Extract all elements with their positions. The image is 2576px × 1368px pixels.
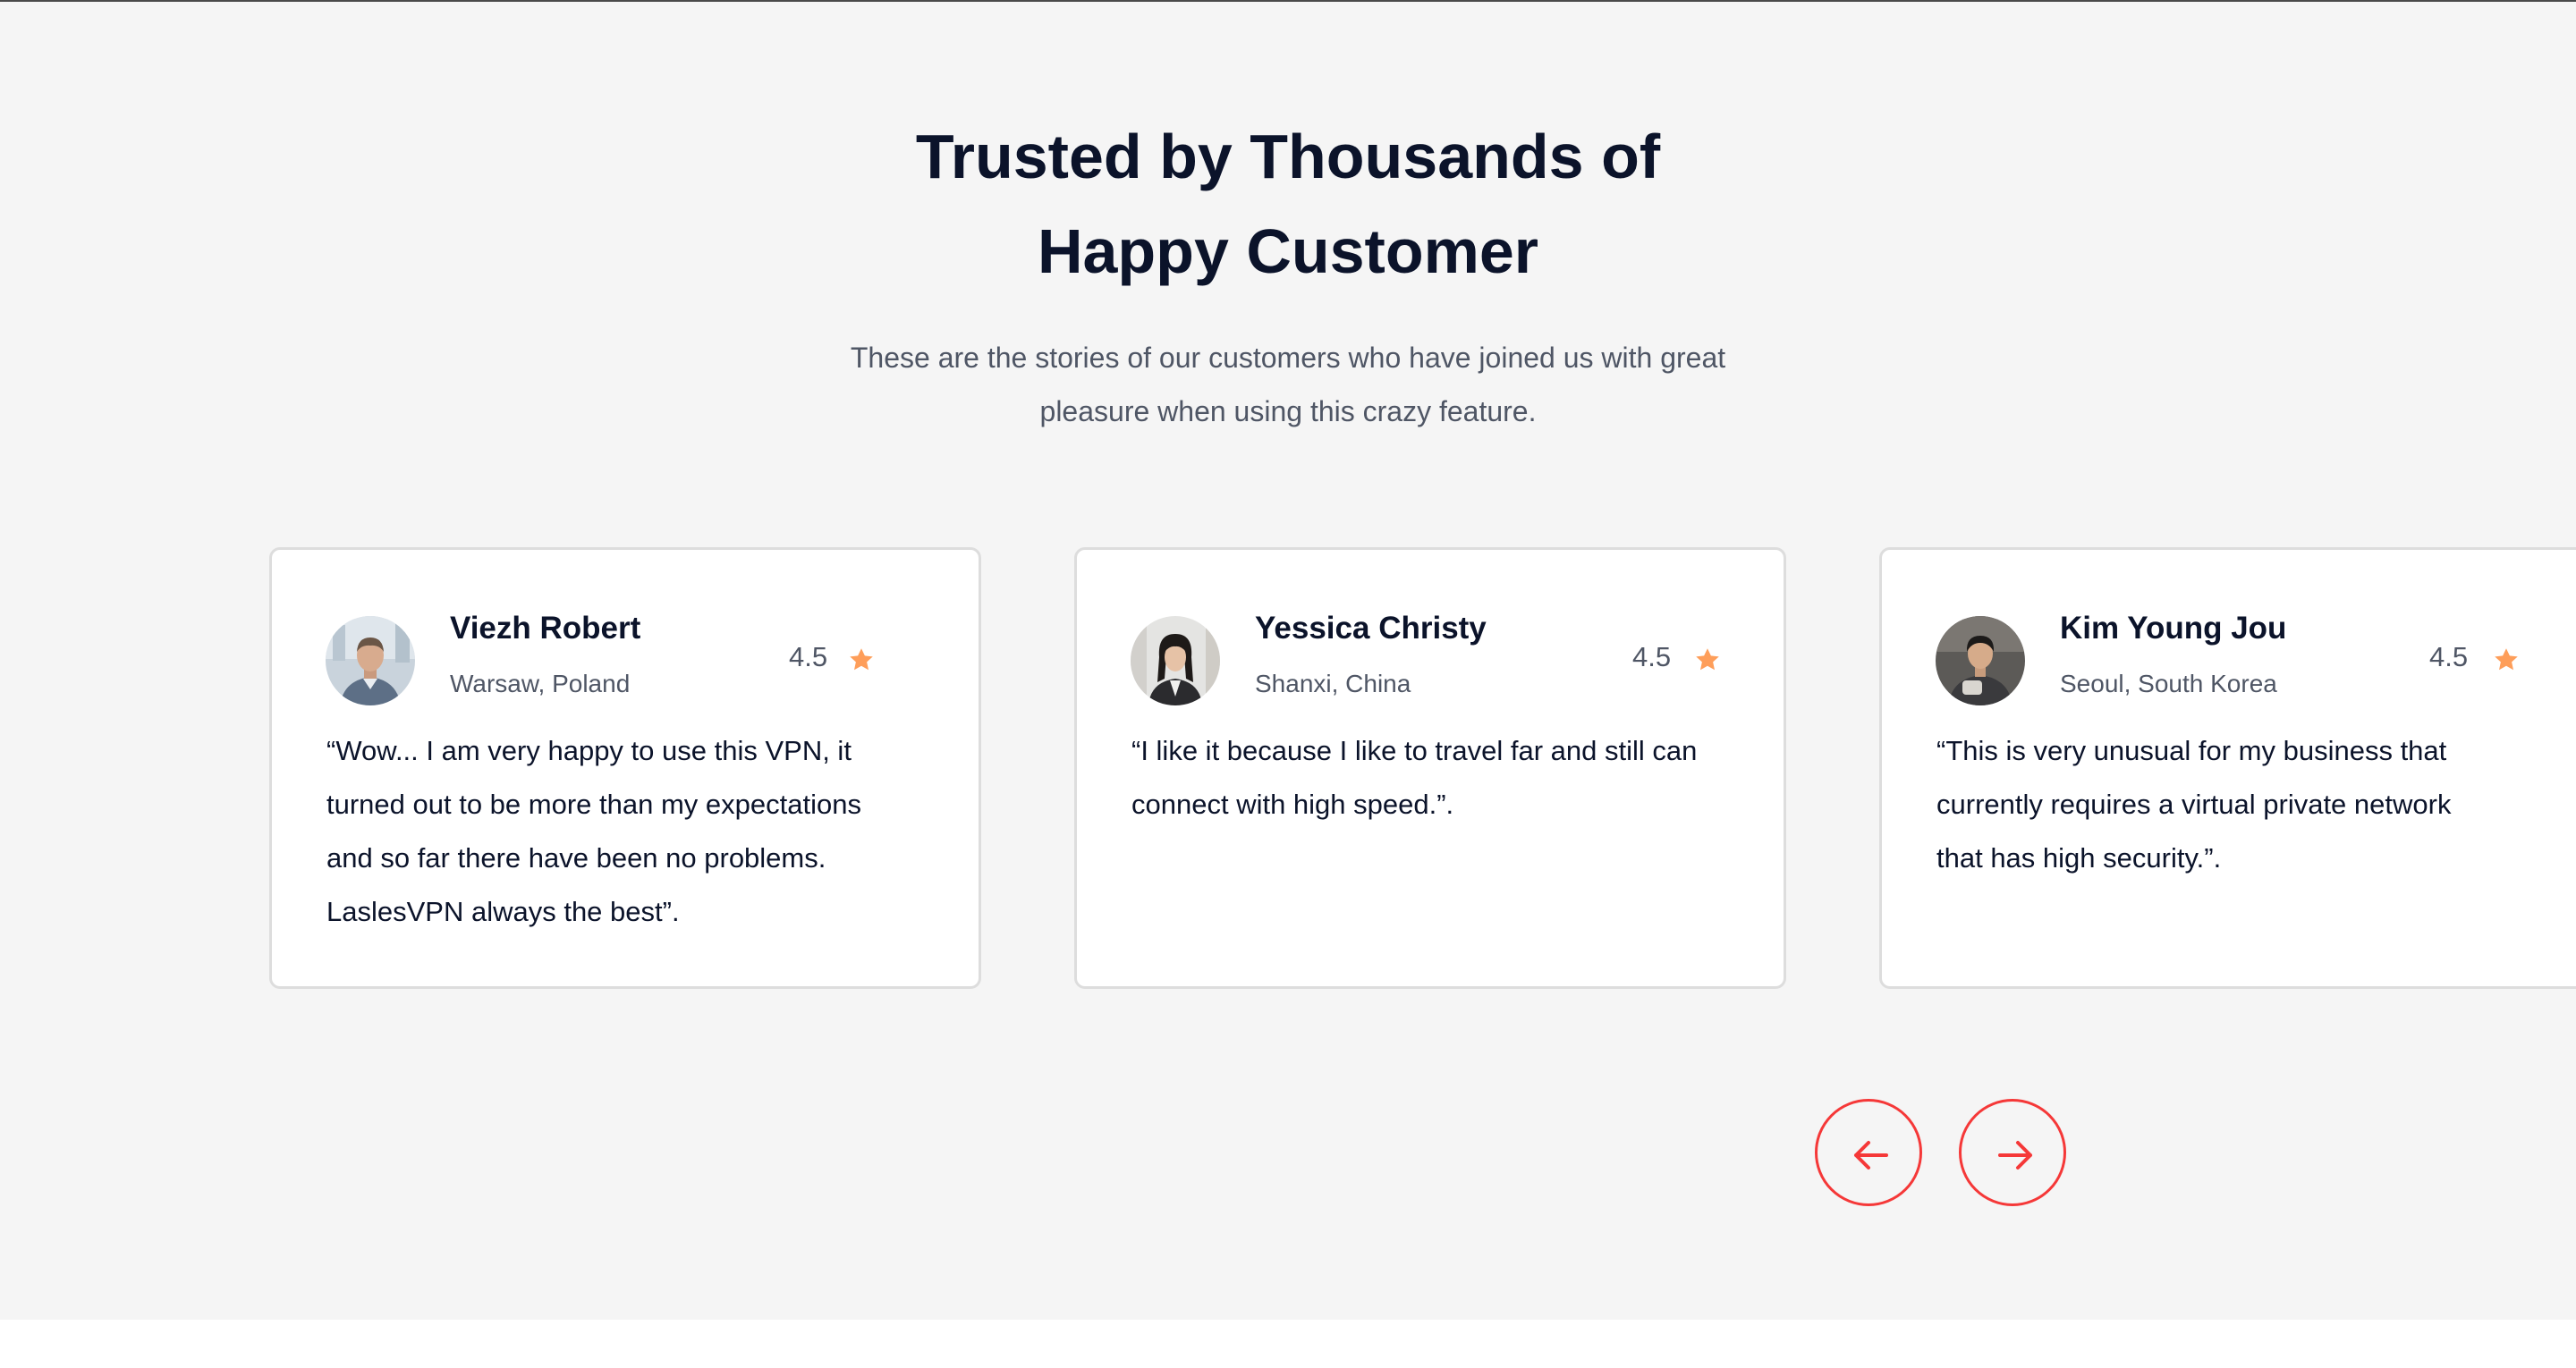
testimonial-quote: “Wow... I am very happy to use this VPN,… bbox=[326, 724, 953, 939]
section-title-line: Happy Customer bbox=[1037, 216, 1539, 286]
quote-line: LaslesVPN always the best”. bbox=[326, 896, 680, 927]
quote-line: “I like it because I like to travel far … bbox=[1131, 735, 1698, 766]
carousel-next-button[interactable] bbox=[1959, 1099, 2066, 1206]
testimonial-quote: “I like it because I like to travel far … bbox=[1131, 724, 1758, 832]
rating-value: 4.5 bbox=[2429, 641, 2469, 672]
rating-value: 4.5 bbox=[1632, 641, 1672, 672]
arrow-left-icon bbox=[1854, 1141, 1888, 1170]
testimonials-section: Trusted by Thousands of Happy Customer T… bbox=[0, 2, 2576, 1320]
quote-line: connect with high speed.”. bbox=[1131, 789, 1454, 820]
section-title-line: Trusted by Thousands of bbox=[915, 122, 1661, 191]
testimonial-card[interactable]: Yessica Christy Shanxi, China 4.5 “I lik… bbox=[1074, 547, 1786, 989]
quote-line: currently requires a virtual private net… bbox=[1936, 789, 2452, 820]
testimonial-card[interactable]: Kim Young Jou Seoul, South Korea 4.5 “Th… bbox=[1879, 547, 2576, 989]
testimonial-quote: “This is very unusual for my business th… bbox=[1936, 724, 2563, 885]
avatar bbox=[326, 616, 415, 705]
reviewer-name: Yessica Christy bbox=[1255, 611, 1487, 646]
section-subtitle-line: These are the stories of our customers w… bbox=[850, 342, 1726, 374]
rating-value: 4.5 bbox=[789, 641, 828, 672]
quote-line: turned out to be more than my expectatio… bbox=[326, 789, 861, 820]
star-icon bbox=[850, 648, 873, 671]
arrow-right-icon bbox=[1998, 1141, 2032, 1170]
section-title: Trusted by Thousands of Happy Customer bbox=[0, 109, 2576, 299]
avatar bbox=[1131, 616, 1220, 705]
quote-line: and so far there have been no problems. bbox=[326, 842, 826, 874]
carousel-prev-button[interactable] bbox=[1815, 1099, 1922, 1206]
quote-line: “Wow... I am very happy to use this VPN,… bbox=[326, 735, 852, 766]
star-icon bbox=[1696, 648, 1719, 671]
reviewer-location: Seoul, South Korea bbox=[2060, 670, 2277, 697]
testimonial-card[interactable]: Viezh Robert Warsaw, Poland 4.5 “Wow... … bbox=[269, 547, 981, 989]
reviewer-location: Shanxi, China bbox=[1255, 670, 1411, 697]
reviewer-location: Warsaw, Poland bbox=[450, 670, 631, 697]
quote-line: “This is very unusual for my business th… bbox=[1936, 735, 2447, 766]
section-subtitle: These are the stories of our customers w… bbox=[0, 331, 2576, 438]
avatar bbox=[1936, 616, 2025, 705]
star-icon bbox=[2495, 648, 2518, 671]
reviewer-name: Kim Young Jou bbox=[2060, 611, 2287, 646]
reviewer-name: Viezh Robert bbox=[450, 611, 641, 646]
section-subtitle-line: pleasure when using this crazy feature. bbox=[1039, 395, 1537, 427]
quote-line: that has high security.”. bbox=[1936, 842, 2222, 874]
